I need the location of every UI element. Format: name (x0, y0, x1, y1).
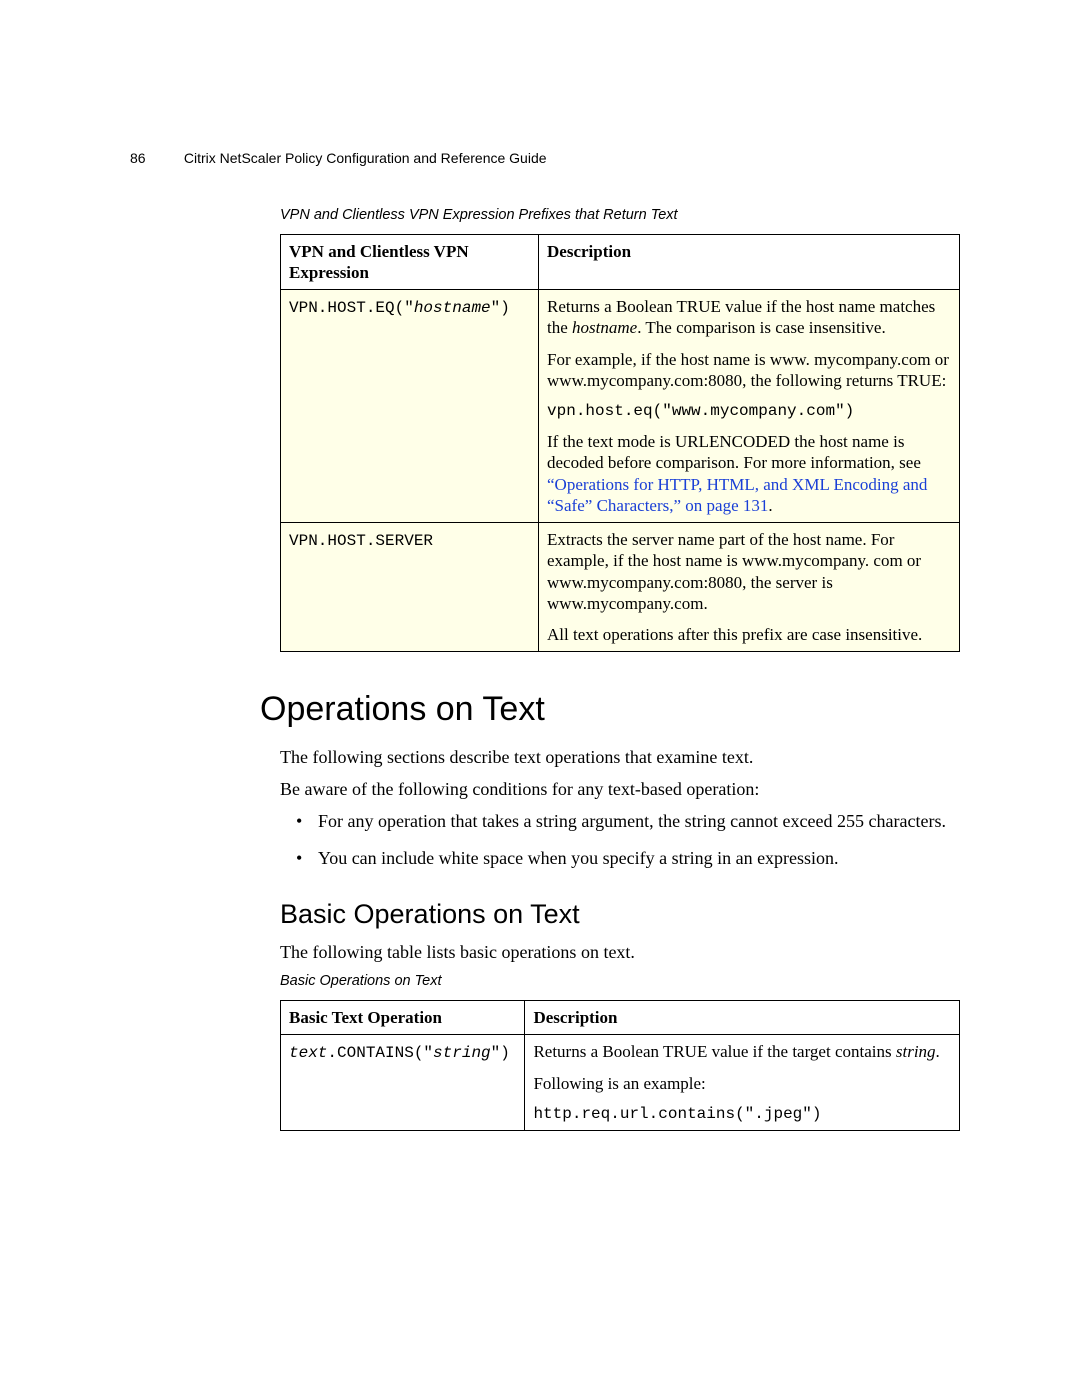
desc-para: For example, if the host name is www. my… (547, 349, 951, 392)
expr-code: text.CONTAINS("string") (289, 1044, 510, 1062)
desc-para: Following is an example: (533, 1073, 951, 1094)
desc-para: If the text mode is URLENCODED the host … (547, 431, 951, 516)
cell-description: Returns a Boolean TRUE value if the targ… (525, 1035, 960, 1131)
table-vpn-expressions: VPN and Clientless VPN Expression Descri… (280, 234, 960, 653)
cell-description: Returns a Boolean TRUE value if the host… (539, 290, 960, 523)
expr-code: VPN.HOST.EQ("hostname") (289, 299, 510, 317)
page-number: 86 (130, 150, 180, 168)
content-column: VPN and Clientless VPN Expression Prefix… (280, 206, 960, 653)
col-header-description: Description (539, 234, 960, 290)
col-header-operation: Basic Text Operation (281, 1001, 525, 1035)
table1-caption: VPN and Clientless VPN Expression Prefix… (280, 206, 960, 224)
body-para: The following table lists basic operatio… (280, 940, 960, 964)
expr-code: VPN.HOST.SERVER (289, 532, 433, 550)
cell-operation: text.CONTAINS("string") (281, 1035, 525, 1131)
subsection-heading: Basic Operations on Text (280, 898, 960, 932)
doc-title: Citrix NetScaler Policy Configuration an… (184, 150, 547, 166)
body-para: The following sections describe text ope… (280, 745, 960, 769)
table-row: VPN.HOST.SERVER Extracts the server name… (281, 523, 960, 652)
col-header-expression: VPN and Clientless VPN Expression (281, 234, 539, 290)
table-text-ops: Basic Text Operation Description text.CO… (280, 1000, 960, 1131)
bullet-list: For any operation that takes a string ar… (280, 809, 960, 870)
table-header-row: VPN and Clientless VPN Expression Descri… (281, 234, 960, 290)
cell-expression: VPN.HOST.EQ("hostname") (281, 290, 539, 523)
desc-code: http.req.url.contains(".jpeg") (533, 1104, 951, 1124)
table-header-row: Basic Text Operation Description (281, 1001, 960, 1035)
col-header-description: Description (525, 1001, 960, 1035)
table2-caption: Basic Operations on Text (280, 972, 960, 990)
cell-description: Extracts the server name part of the hos… (539, 523, 960, 652)
body-para: Be aware of the following conditions for… (280, 777, 960, 801)
list-item: For any operation that takes a string ar… (318, 809, 960, 833)
desc-para: Returns a Boolean TRUE value if the targ… (533, 1041, 951, 1062)
desc-para: Extracts the server name part of the hos… (547, 529, 951, 614)
table-row: VPN.HOST.EQ("hostname") Returns a Boolea… (281, 290, 960, 523)
section-heading: Operations on Text (260, 688, 960, 731)
cross-ref-link[interactable]: “Operations for HTTP, HTML, and XML Enco… (547, 475, 927, 515)
page: 86 Citrix NetScaler Policy Configuration… (0, 0, 1080, 1131)
running-header: 86 Citrix NetScaler Policy Configuration… (130, 150, 960, 168)
table-row: text.CONTAINS("string") Returns a Boolea… (281, 1035, 960, 1131)
cell-expression: VPN.HOST.SERVER (281, 523, 539, 652)
desc-para: Returns a Boolean TRUE value if the host… (547, 296, 951, 339)
section-body: The following sections describe text ope… (280, 745, 960, 1131)
desc-para: All text operations after this prefix ar… (547, 624, 951, 645)
list-item: You can include white space when you spe… (318, 846, 960, 870)
desc-code: vpn.host.eq("www.mycompany.com") (547, 401, 951, 421)
